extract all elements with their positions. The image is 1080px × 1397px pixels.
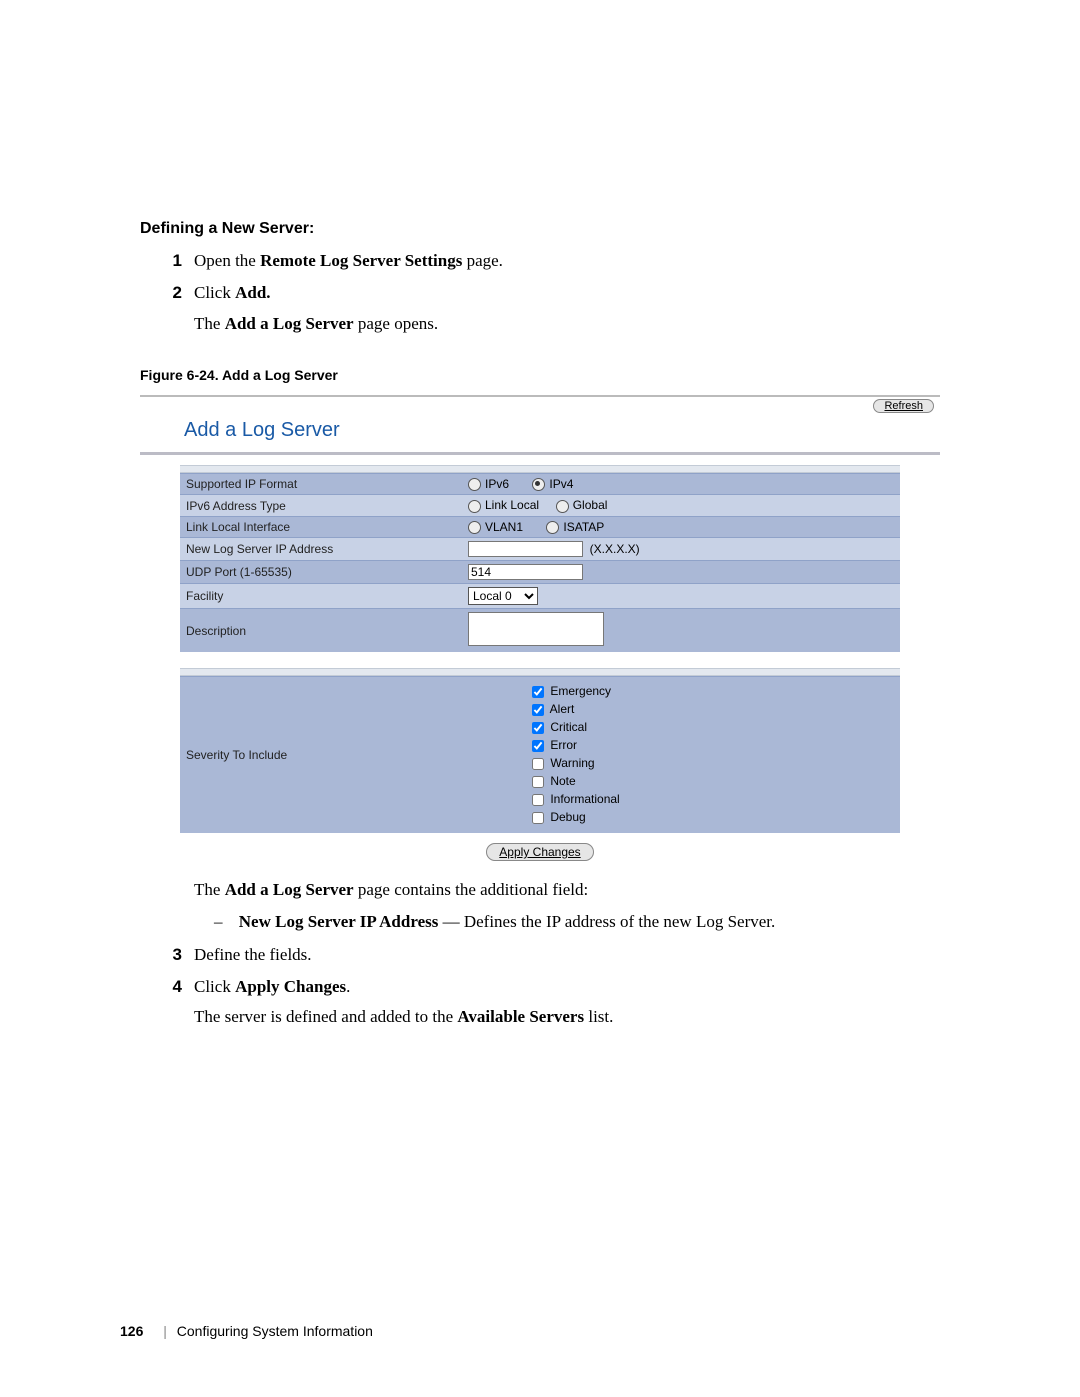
step-number: 3 [158, 942, 182, 968]
label-facility: Facility [180, 584, 462, 609]
textarea-description[interactable] [468, 612, 604, 646]
step-number: 1 [158, 248, 182, 274]
text-bold: Remote Log Server Settings [260, 251, 462, 270]
form-table: Supported IP Format IPv6 IPv4 IPv6 Addre… [180, 473, 900, 652]
severity-table: Severity To Include Emergency Alert Crit… [180, 676, 900, 833]
text: list. [584, 1007, 613, 1026]
step-number: 4 [158, 974, 182, 1031]
label-description: Description [180, 609, 462, 653]
page-number: 126 [120, 1323, 143, 1339]
label-new-ip: New Log Server IP Address [180, 538, 462, 561]
text: The [194, 314, 225, 333]
radio-ipv6[interactable] [468, 478, 481, 491]
dash: – [214, 909, 226, 935]
text-bold: New Log Server IP Address [239, 912, 439, 931]
checkbox-critical[interactable] [532, 722, 544, 734]
checkbox-error[interactable] [532, 740, 544, 752]
text: Click [194, 977, 235, 996]
section-heading: Defining a New Server: [140, 220, 940, 238]
page-footer: 126 | Configuring System Information [120, 1323, 373, 1339]
checkbox-emergency[interactable] [532, 686, 544, 698]
text-bold: Add a Log Server [225, 880, 354, 899]
radio-ipv6-label: IPv6 [485, 477, 509, 491]
step-number: 2 [158, 280, 182, 337]
radio-ipv4[interactable] [532, 478, 545, 491]
radio-linklocal[interactable] [468, 500, 481, 513]
step-2: Click Add. The Add a Log Server page ope… [194, 280, 940, 337]
text-bold: Add. [235, 283, 270, 302]
text-bold: Add a Log Server [225, 314, 354, 333]
checkbox-alert[interactable] [532, 704, 544, 716]
radio-global[interactable] [556, 500, 569, 513]
step-4: Click Apply Changes. The server is defin… [194, 974, 940, 1031]
text: page. [462, 251, 503, 270]
refresh-button[interactable]: Refresh [873, 399, 934, 413]
footer-section: Configuring System Information [177, 1323, 373, 1339]
screenshot-panel: Refresh Add a Log Server Supported IP Fo… [140, 395, 940, 867]
checkbox-debug[interactable] [532, 812, 544, 824]
input-new-ip[interactable] [468, 541, 583, 557]
text: — Defines the IP address of the new Log … [438, 912, 775, 931]
label-supported-ip: Supported IP Format [180, 474, 462, 495]
text-bold: Apply Changes [235, 977, 346, 996]
hint-ip-format: (X.X.X.X) [590, 542, 640, 556]
apply-changes-button[interactable]: Apply Changes [486, 843, 593, 861]
separator-icon: | [163, 1323, 167, 1339]
text: The server is defined and added to the [194, 1007, 457, 1026]
text: The [194, 880, 225, 899]
radio-global-label: Global [573, 498, 608, 512]
checkbox-warning[interactable] [532, 758, 544, 770]
text: Open the [194, 251, 260, 270]
label-udp-port: UDP Port (1-65535) [180, 561, 462, 584]
text-bold: Available Servers [457, 1007, 584, 1026]
step-1: Open the Remote Log Server Settings page… [194, 248, 940, 274]
radio-ipv4-label: IPv4 [549, 477, 573, 491]
radio-isatap[interactable] [546, 521, 559, 534]
text: page contains the additional field: [354, 880, 589, 899]
input-udp-port[interactable] [468, 564, 583, 580]
checkbox-error-label: Error [550, 738, 577, 752]
text: page opens. [354, 314, 439, 333]
label-ipv6-type: IPv6 Address Type [180, 495, 462, 516]
checkbox-debug-label: Debug [550, 810, 585, 824]
select-facility[interactable]: Local 0 [468, 587, 538, 605]
text: . [346, 977, 350, 996]
figure-caption: Figure 6-24. Add a Log Server [140, 367, 940, 383]
radio-vlan1[interactable] [468, 521, 481, 534]
checkbox-informational-label: Informational [550, 792, 619, 806]
label-severity: Severity To Include [180, 677, 462, 834]
checkbox-critical-label: Critical [550, 720, 587, 734]
checkbox-emergency-label: Emergency [550, 684, 611, 698]
checkbox-note-label: Note [550, 774, 575, 788]
label-ll-iface: Link Local Interface [180, 516, 462, 537]
checkbox-informational[interactable] [532, 794, 544, 806]
step-3: Define the fields. [194, 942, 940, 968]
radio-linklocal-label: Link Local [485, 498, 539, 512]
radio-isatap-label: ISATAP [563, 520, 604, 534]
checkbox-alert-label: Alert [550, 702, 575, 716]
checkbox-note[interactable] [532, 776, 544, 788]
panel-title: Add a Log Server [140, 415, 940, 455]
radio-vlan1-label: VLAN1 [485, 520, 523, 534]
checkbox-warning-label: Warning [550, 756, 594, 770]
text: Click [194, 283, 235, 302]
